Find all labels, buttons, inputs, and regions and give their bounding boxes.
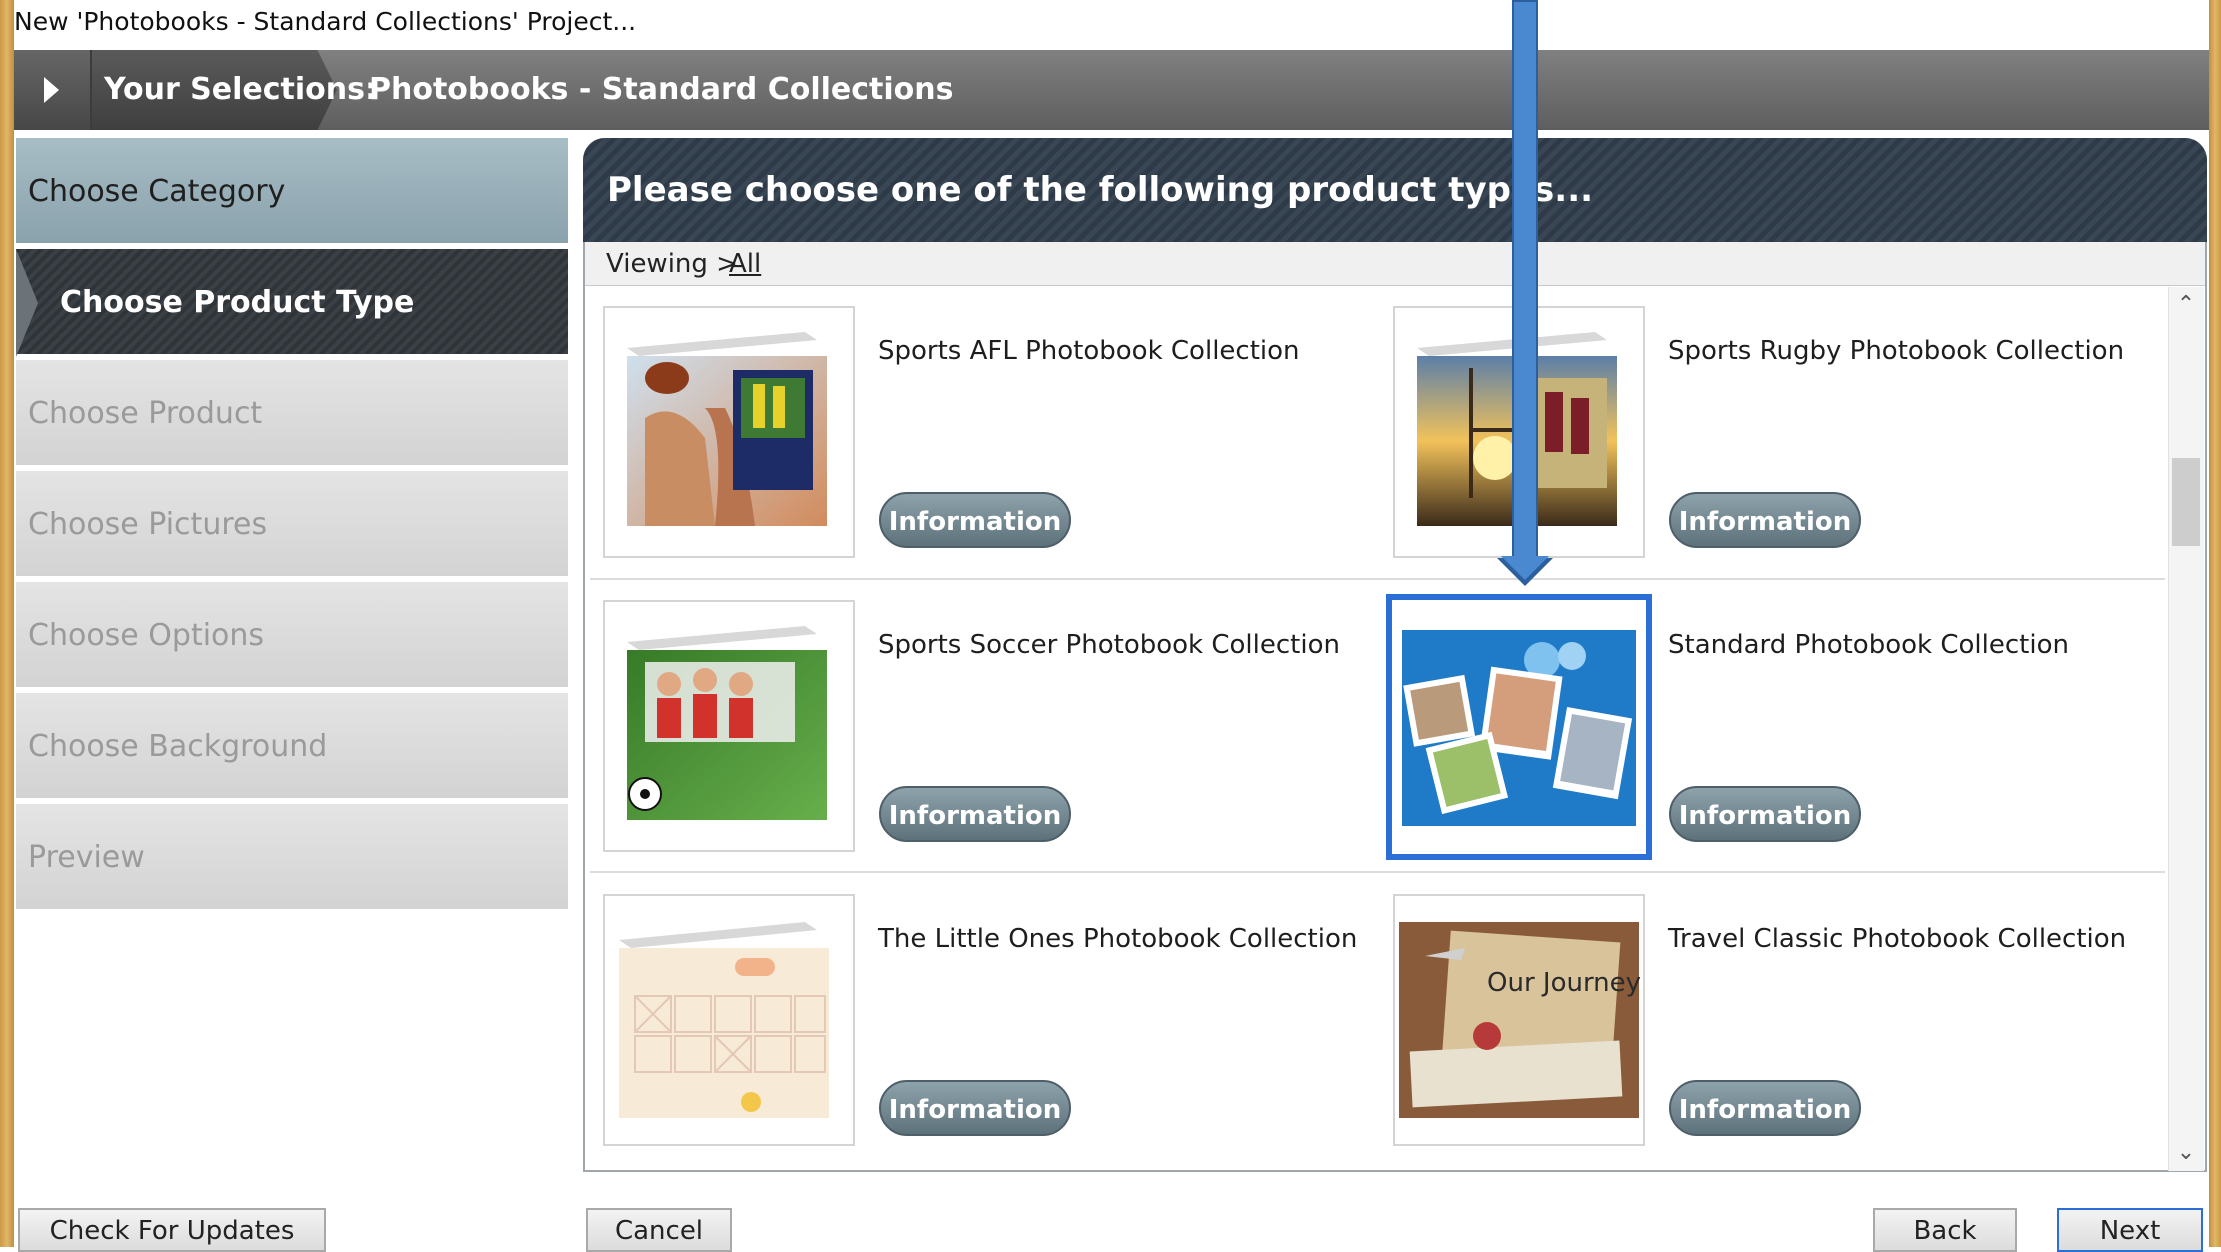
scrollbar-thumb[interactable] [2172,458,2200,546]
product-title: Travel Classic Photobook Collection [1668,924,2127,954]
product-thumbnail-soccer[interactable] [603,600,855,852]
selections-expand-button[interactable] [14,50,92,130]
step-choose-product: Choose Product [16,360,568,468]
vertical-scrollbar[interactable] [2168,287,2204,1171]
window-title: New 'Photobooks - Standard Collections' … [14,0,2209,46]
product-thumbnail-afl[interactable] [603,306,855,558]
step-choose-background: Choose Background [16,693,568,801]
information-button[interactable]: Information [879,1080,1071,1136]
annotation-arrow-shaft [1512,0,1538,560]
cover-text: Our Journey [1487,968,1642,998]
information-button[interactable]: Information [1669,492,1861,548]
photobook-cover-standard-icon [1402,630,1636,826]
selections-value: Photobooks - Standard Collections [369,72,954,107]
annotation-arrow-head-fill [1501,556,1549,580]
product-thumbnail-travel-classic[interactable]: Our Journey [1393,894,1645,1146]
information-button[interactable]: Information [879,786,1071,842]
step-preview: Preview [16,804,568,912]
photobook-cover-travel-icon [1399,922,1639,1118]
back-button[interactable]: Back [1873,1208,2017,1252]
product-title: The Little Ones Photobook Collection [878,924,1358,954]
photobook-cover-little-ones-icon [619,922,829,1118]
chevron-down-icon[interactable]: ⌄ [2170,1138,2202,1168]
row-divider [590,578,2165,580]
product-title: Sports Rugby Photobook Collection [1668,336,2125,366]
photobook-cover-soccer-icon [627,626,827,820]
check-for-updates-button[interactable]: Check For Updates [18,1208,326,1252]
product-title: Sports Soccer Photobook Collection [878,630,1340,660]
row-divider [590,871,2165,873]
active-step-arrow-icon [16,249,38,357]
cancel-button[interactable]: Cancel [586,1208,732,1252]
selections-label: Your Selections: [104,72,377,107]
play-triangle-icon [44,77,59,103]
photobook-cover-afl-icon [627,332,827,526]
left-decorative-strip [0,0,14,1247]
panel-heading: Please choose one of the following produ… [607,170,1594,210]
product-title: Standard Photobook Collection [1668,630,2069,660]
right-decorative-strip [2209,0,2221,1247]
chevron-up-icon[interactable]: ⌃ [2170,290,2202,320]
step-choose-product-type[interactable]: Choose Product Type [16,249,568,357]
breadcrumb-link-all[interactable]: All [729,242,761,286]
step-choose-pictures: Choose Pictures [16,471,568,579]
product-thumbnail-standard[interactable] [1386,594,1652,860]
step-choose-category[interactable]: Choose Category [16,138,568,246]
step-label: Choose Product Type [60,285,415,320]
next-button[interactable]: Next [2057,1208,2203,1252]
breadcrumb [585,242,2205,286]
product-thumbnail-little-ones[interactable] [603,894,855,1146]
breadcrumb-prefix: Viewing > [606,249,738,279]
information-button[interactable]: Information [1669,786,1861,842]
step-choose-options: Choose Options [16,582,568,690]
product-title: Sports AFL Photobook Collection [878,336,1300,366]
information-button[interactable]: Information [1669,1080,1861,1136]
information-button[interactable]: Information [879,492,1071,548]
